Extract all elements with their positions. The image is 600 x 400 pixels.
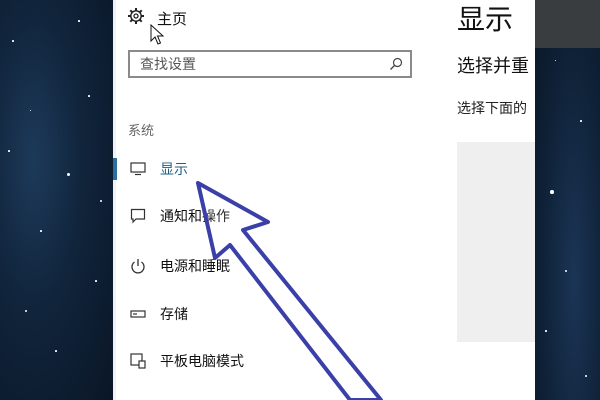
desktop-background-right bbox=[535, 0, 600, 400]
page-title: 显示 bbox=[457, 3, 514, 36]
content-pane: 显示 选择并重 选择下面的 bbox=[423, 0, 535, 400]
star bbox=[565, 270, 567, 272]
star bbox=[88, 95, 90, 97]
section-subtitle: 选择并重 bbox=[457, 56, 529, 77]
star bbox=[550, 190, 554, 194]
star bbox=[40, 230, 42, 232]
tablet-mode-icon bbox=[129, 352, 147, 370]
settings-window: 主页 查找设置 系统 显示 通知和操作 电源和睡眠 存储 平板电脑模式 显示 选… bbox=[113, 0, 535, 400]
star bbox=[55, 350, 57, 352]
monitor-icon bbox=[129, 160, 147, 178]
desktop-background-left bbox=[0, 0, 113, 400]
nav-item-label: 通知和操作 bbox=[160, 209, 230, 225]
nav-item-power-sleep[interactable]: 电源和睡眠 bbox=[113, 248, 423, 284]
navigation-pane: 主页 查找设置 系统 显示 通知和操作 电源和睡眠 存储 平板电脑模式 bbox=[113, 0, 423, 400]
gear-icon bbox=[127, 7, 145, 29]
star bbox=[95, 280, 97, 282]
nav-item-label: 电源和睡眠 bbox=[160, 259, 230, 275]
star bbox=[585, 375, 587, 377]
notification-icon bbox=[129, 207, 147, 225]
search-placeholder: 查找设置 bbox=[140, 57, 196, 73]
search-input[interactable]: 查找设置 bbox=[128, 50, 412, 78]
search-icon[interactable] bbox=[382, 57, 410, 71]
power-icon bbox=[129, 257, 147, 275]
star bbox=[25, 310, 27, 312]
nav-item-display[interactable]: 显示 bbox=[113, 151, 423, 187]
section-description: 选择下面的 bbox=[457, 101, 527, 117]
star bbox=[78, 20, 80, 22]
storage-icon bbox=[129, 305, 147, 323]
nav-item-storage[interactable]: 存储 bbox=[113, 296, 423, 332]
star bbox=[8, 150, 10, 152]
nav-item-tablet-mode[interactable]: 平板电脑模式 bbox=[113, 343, 423, 379]
star bbox=[545, 330, 547, 332]
nav-item-label: 平板电脑模式 bbox=[160, 354, 244, 370]
star bbox=[555, 60, 557, 62]
display-arrangement-preview[interactable] bbox=[457, 142, 535, 342]
background-window-edge bbox=[535, 0, 600, 48]
star bbox=[580, 120, 582, 122]
star bbox=[67, 173, 70, 176]
section-header-system: 系统 bbox=[128, 124, 155, 139]
star bbox=[30, 110, 32, 112]
star bbox=[12, 40, 14, 42]
nav-item-label: 显示 bbox=[160, 162, 188, 178]
nav-item-notifications[interactable]: 通知和操作 bbox=[113, 198, 423, 234]
mouse-cursor-icon bbox=[150, 24, 164, 45]
nav-item-label: 存储 bbox=[160, 307, 188, 323]
star bbox=[100, 200, 102, 202]
